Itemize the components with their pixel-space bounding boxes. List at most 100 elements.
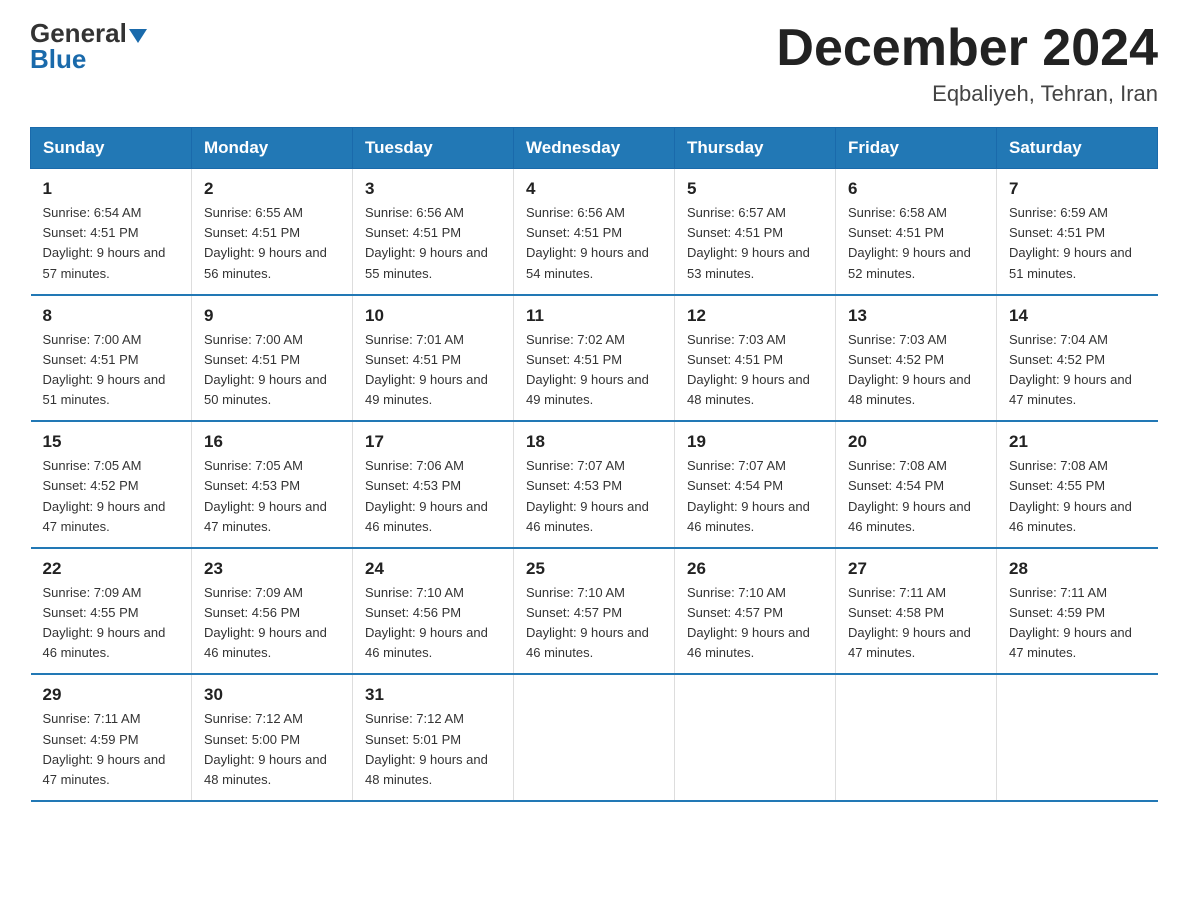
month-title: December 2024	[776, 20, 1158, 77]
calendar-cell: 26 Sunrise: 7:10 AMSunset: 4:57 PMDaylig…	[675, 548, 836, 675]
day-number: 3	[365, 179, 501, 199]
calendar-cell	[675, 674, 836, 801]
logo-blue-text: Blue	[30, 46, 147, 72]
calendar-cell: 11 Sunrise: 7:02 AMSunset: 4:51 PMDaylig…	[514, 295, 675, 422]
day-number: 21	[1009, 432, 1146, 452]
calendar-cell: 3 Sunrise: 6:56 AMSunset: 4:51 PMDayligh…	[353, 169, 514, 295]
calendar-cell	[514, 674, 675, 801]
location-subtitle: Eqbaliyeh, Tehran, Iran	[776, 81, 1158, 107]
calendar-week-row: 22 Sunrise: 7:09 AMSunset: 4:55 PMDaylig…	[31, 548, 1158, 675]
day-number: 22	[43, 559, 180, 579]
day-info: Sunrise: 7:04 AMSunset: 4:52 PMDaylight:…	[1009, 330, 1146, 411]
calendar-cell: 15 Sunrise: 7:05 AMSunset: 4:52 PMDaylig…	[31, 421, 192, 548]
calendar-cell: 17 Sunrise: 7:06 AMSunset: 4:53 PMDaylig…	[353, 421, 514, 548]
day-number: 13	[848, 306, 984, 326]
day-number: 25	[526, 559, 662, 579]
day-info: Sunrise: 6:58 AMSunset: 4:51 PMDaylight:…	[848, 203, 984, 284]
calendar-cell: 31 Sunrise: 7:12 AMSunset: 5:01 PMDaylig…	[353, 674, 514, 801]
calendar-cell: 30 Sunrise: 7:12 AMSunset: 5:00 PMDaylig…	[192, 674, 353, 801]
calendar-cell: 20 Sunrise: 7:08 AMSunset: 4:54 PMDaylig…	[836, 421, 997, 548]
weekday-header-monday: Monday	[192, 128, 353, 169]
day-info: Sunrise: 7:10 AMSunset: 4:57 PMDaylight:…	[526, 583, 662, 664]
day-number: 9	[204, 306, 340, 326]
calendar-cell: 6 Sunrise: 6:58 AMSunset: 4:51 PMDayligh…	[836, 169, 997, 295]
day-number: 10	[365, 306, 501, 326]
day-info: Sunrise: 7:11 AMSunset: 4:59 PMDaylight:…	[1009, 583, 1146, 664]
day-number: 19	[687, 432, 823, 452]
day-info: Sunrise: 7:01 AMSunset: 4:51 PMDaylight:…	[365, 330, 501, 411]
logo: General Blue	[30, 20, 147, 72]
day-number: 29	[43, 685, 180, 705]
calendar-cell: 12 Sunrise: 7:03 AMSunset: 4:51 PMDaylig…	[675, 295, 836, 422]
day-info: Sunrise: 7:05 AMSunset: 4:52 PMDaylight:…	[43, 456, 180, 537]
calendar-cell: 9 Sunrise: 7:00 AMSunset: 4:51 PMDayligh…	[192, 295, 353, 422]
day-number: 5	[687, 179, 823, 199]
day-number: 31	[365, 685, 501, 705]
day-info: Sunrise: 7:05 AMSunset: 4:53 PMDaylight:…	[204, 456, 340, 537]
day-info: Sunrise: 7:03 AMSunset: 4:51 PMDaylight:…	[687, 330, 823, 411]
calendar-cell	[836, 674, 997, 801]
day-info: Sunrise: 7:11 AMSunset: 4:59 PMDaylight:…	[43, 709, 180, 790]
calendar-cell: 19 Sunrise: 7:07 AMSunset: 4:54 PMDaylig…	[675, 421, 836, 548]
calendar-cell: 25 Sunrise: 7:10 AMSunset: 4:57 PMDaylig…	[514, 548, 675, 675]
calendar-cell: 22 Sunrise: 7:09 AMSunset: 4:55 PMDaylig…	[31, 548, 192, 675]
calendar-cell: 2 Sunrise: 6:55 AMSunset: 4:51 PMDayligh…	[192, 169, 353, 295]
day-info: Sunrise: 7:07 AMSunset: 4:53 PMDaylight:…	[526, 456, 662, 537]
day-info: Sunrise: 7:06 AMSunset: 4:53 PMDaylight:…	[365, 456, 501, 537]
day-info: Sunrise: 7:12 AMSunset: 5:01 PMDaylight:…	[365, 709, 501, 790]
calendar-week-row: 15 Sunrise: 7:05 AMSunset: 4:52 PMDaylig…	[31, 421, 1158, 548]
day-number: 15	[43, 432, 180, 452]
calendar-week-row: 29 Sunrise: 7:11 AMSunset: 4:59 PMDaylig…	[31, 674, 1158, 801]
day-info: Sunrise: 7:09 AMSunset: 4:55 PMDaylight:…	[43, 583, 180, 664]
day-info: Sunrise: 7:09 AMSunset: 4:56 PMDaylight:…	[204, 583, 340, 664]
day-number: 27	[848, 559, 984, 579]
calendar-cell: 4 Sunrise: 6:56 AMSunset: 4:51 PMDayligh…	[514, 169, 675, 295]
day-number: 1	[43, 179, 180, 199]
day-number: 6	[848, 179, 984, 199]
calendar-cell: 24 Sunrise: 7:10 AMSunset: 4:56 PMDaylig…	[353, 548, 514, 675]
calendar-cell: 7 Sunrise: 6:59 AMSunset: 4:51 PMDayligh…	[997, 169, 1158, 295]
calendar-cell: 27 Sunrise: 7:11 AMSunset: 4:58 PMDaylig…	[836, 548, 997, 675]
title-section: December 2024 Eqbaliyeh, Tehran, Iran	[776, 20, 1158, 107]
calendar-cell: 5 Sunrise: 6:57 AMSunset: 4:51 PMDayligh…	[675, 169, 836, 295]
day-number: 24	[365, 559, 501, 579]
logo-general-text: General	[30, 20, 127, 46]
weekday-header-friday: Friday	[836, 128, 997, 169]
calendar-cell: 14 Sunrise: 7:04 AMSunset: 4:52 PMDaylig…	[997, 295, 1158, 422]
calendar-cell: 28 Sunrise: 7:11 AMSunset: 4:59 PMDaylig…	[997, 548, 1158, 675]
weekday-header-tuesday: Tuesday	[353, 128, 514, 169]
weekday-header-saturday: Saturday	[997, 128, 1158, 169]
day-info: Sunrise: 6:54 AMSunset: 4:51 PMDaylight:…	[43, 203, 180, 284]
day-info: Sunrise: 7:00 AMSunset: 4:51 PMDaylight:…	[43, 330, 180, 411]
calendar-cell: 18 Sunrise: 7:07 AMSunset: 4:53 PMDaylig…	[514, 421, 675, 548]
day-info: Sunrise: 6:57 AMSunset: 4:51 PMDaylight:…	[687, 203, 823, 284]
day-number: 26	[687, 559, 823, 579]
weekday-header-sunday: Sunday	[31, 128, 192, 169]
day-info: Sunrise: 7:12 AMSunset: 5:00 PMDaylight:…	[204, 709, 340, 790]
calendar-cell: 1 Sunrise: 6:54 AMSunset: 4:51 PMDayligh…	[31, 169, 192, 295]
calendar-cell: 21 Sunrise: 7:08 AMSunset: 4:55 PMDaylig…	[997, 421, 1158, 548]
page-header: General Blue December 2024 Eqbaliyeh, Te…	[30, 20, 1158, 107]
calendar-week-row: 1 Sunrise: 6:54 AMSunset: 4:51 PMDayligh…	[31, 169, 1158, 295]
calendar-cell	[997, 674, 1158, 801]
calendar-cell: 10 Sunrise: 7:01 AMSunset: 4:51 PMDaylig…	[353, 295, 514, 422]
day-number: 2	[204, 179, 340, 199]
day-number: 14	[1009, 306, 1146, 326]
day-info: Sunrise: 7:03 AMSunset: 4:52 PMDaylight:…	[848, 330, 984, 411]
day-info: Sunrise: 6:56 AMSunset: 4:51 PMDaylight:…	[526, 203, 662, 284]
day-number: 7	[1009, 179, 1146, 199]
logo-chevron-icon	[129, 29, 147, 43]
day-info: Sunrise: 7:08 AMSunset: 4:54 PMDaylight:…	[848, 456, 984, 537]
weekday-header-wednesday: Wednesday	[514, 128, 675, 169]
day-number: 11	[526, 306, 662, 326]
day-info: Sunrise: 7:07 AMSunset: 4:54 PMDaylight:…	[687, 456, 823, 537]
day-number: 23	[204, 559, 340, 579]
day-info: Sunrise: 6:56 AMSunset: 4:51 PMDaylight:…	[365, 203, 501, 284]
calendar-week-row: 8 Sunrise: 7:00 AMSunset: 4:51 PMDayligh…	[31, 295, 1158, 422]
day-number: 30	[204, 685, 340, 705]
day-number: 28	[1009, 559, 1146, 579]
calendar-cell: 16 Sunrise: 7:05 AMSunset: 4:53 PMDaylig…	[192, 421, 353, 548]
day-number: 17	[365, 432, 501, 452]
day-number: 4	[526, 179, 662, 199]
day-number: 18	[526, 432, 662, 452]
